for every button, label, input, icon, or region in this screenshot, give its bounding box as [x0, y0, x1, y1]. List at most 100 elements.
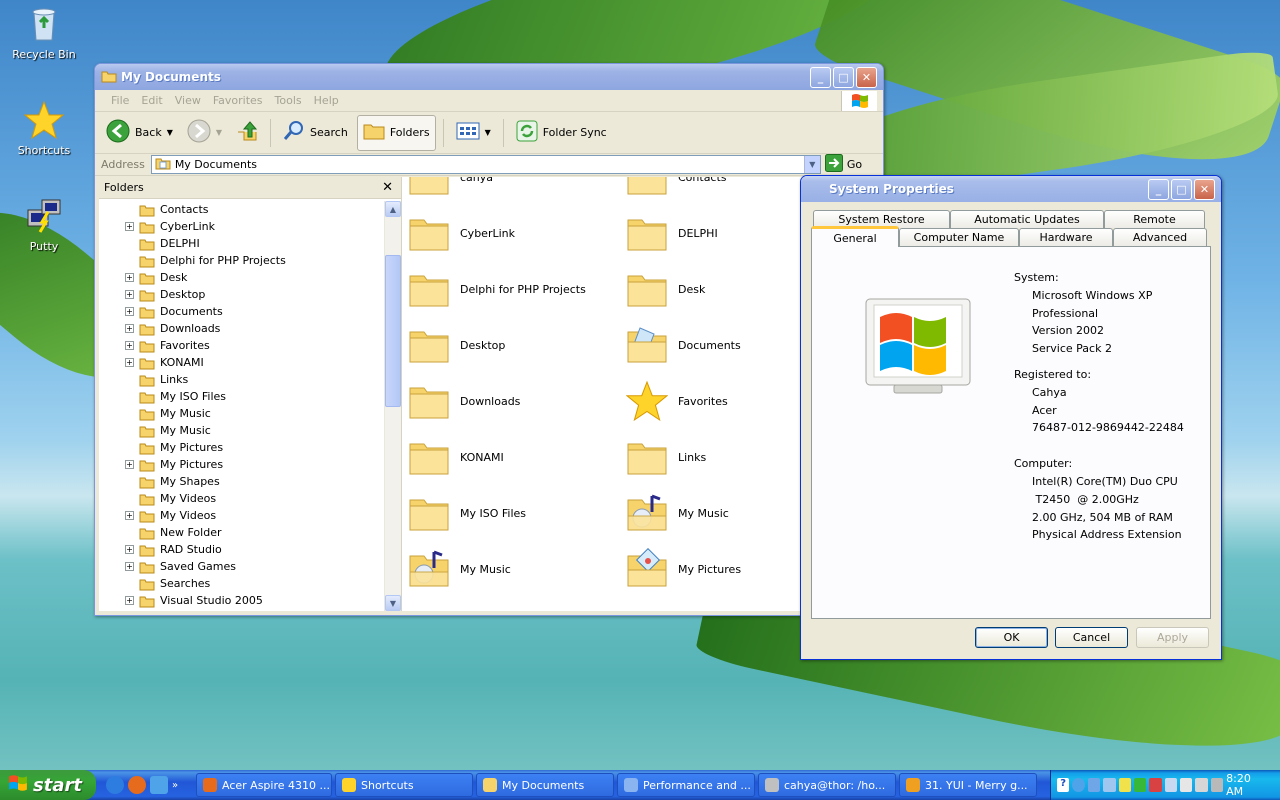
search-button[interactable]: Search [278, 115, 353, 151]
taskbar-button[interactable]: 31. YUI - Merry g... [899, 773, 1037, 797]
battery-icon[interactable] [1118, 778, 1131, 792]
desktop-icon-recycle-bin[interactable]: Recycle Bin [4, 4, 84, 61]
taskbar-button[interactable]: My Documents [476, 773, 614, 797]
folders-button[interactable]: Folders [356, 114, 436, 151]
close-button[interactable]: ✕ [856, 67, 877, 88]
close-button[interactable]: ✕ [1194, 179, 1215, 200]
taskbar-button[interactable]: Performance and ... [617, 773, 755, 797]
tree-item[interactable]: + Favorites [99, 337, 384, 354]
taskbar-button[interactable]: Acer Aspire 4310 ... [196, 773, 332, 797]
expand-toggle[interactable]: + [125, 222, 134, 231]
tree-item[interactable]: Delphi for PHP Projects [99, 252, 384, 269]
tab-hardware[interactable]: Hardware [1019, 228, 1113, 246]
minimize-button[interactable]: _ [1148, 179, 1169, 200]
expand-toggle[interactable]: + [125, 562, 134, 571]
folder-sync-button[interactable]: Folder Sync [511, 115, 612, 151]
tab-automatic-updates[interactable]: Automatic Updates [950, 210, 1104, 228]
language-icon[interactable] [1180, 778, 1193, 792]
views-button[interactable]: ▼ [451, 115, 496, 151]
file-item[interactable]: cahya [408, 177, 618, 201]
tree-item[interactable]: Links [99, 371, 384, 388]
file-item[interactable]: My ISO Files [408, 489, 618, 537]
show-desktop-icon[interactable] [150, 776, 168, 794]
desktop-icon-shortcuts[interactable]: Shortcuts [4, 100, 84, 157]
clock[interactable]: 8:20 AM [1226, 772, 1266, 798]
network-icon[interactable] [1087, 778, 1101, 792]
tree-item[interactable]: + My Pictures [99, 456, 384, 473]
chevron-right-icon[interactable]: » [172, 780, 178, 791]
menu-help[interactable]: Help [308, 94, 345, 107]
start-button[interactable]: start [0, 770, 96, 800]
scroll-down-button[interactable]: ▼ [385, 595, 401, 611]
chevron-down-icon[interactable]: ▼ [167, 128, 173, 137]
security-icon[interactable] [1149, 778, 1162, 792]
tree-item[interactable]: New Folder [99, 524, 384, 541]
help-icon[interactable]: ? [1057, 778, 1070, 792]
menu-edit[interactable]: Edit [135, 94, 168, 107]
taskbar-button[interactable]: cahya@thor: /ho... [758, 773, 896, 797]
close-icon[interactable]: ✕ [382, 180, 393, 195]
tree-item[interactable]: + CyberLink [99, 218, 384, 235]
tree-item[interactable]: + My Videos [99, 507, 384, 524]
file-item[interactable]: CyberLink [408, 209, 618, 257]
chevron-down-icon[interactable]: ▼ [485, 128, 491, 137]
expand-toggle[interactable]: + [125, 460, 134, 469]
cancel-button[interactable]: Cancel [1055, 627, 1128, 648]
tree-item[interactable]: + Documents [99, 303, 384, 320]
expand-toggle[interactable]: + [125, 273, 134, 282]
firefox-icon[interactable] [128, 776, 146, 794]
menu-view[interactable]: View [169, 94, 207, 107]
tree-item[interactable]: Searches [99, 575, 384, 592]
tree-item[interactable]: My Music [99, 422, 384, 439]
tree-item[interactable]: + Visual Studio 2005 [99, 592, 384, 609]
tab-computer-name[interactable]: Computer Name [899, 228, 1019, 246]
file-item[interactable]: My Music [408, 545, 618, 593]
expand-toggle[interactable]: + [125, 307, 134, 316]
file-item[interactable]: Downloads [408, 377, 618, 425]
expand-toggle[interactable]: + [125, 545, 134, 554]
tree-item[interactable]: My ISO Files [99, 388, 384, 405]
file-item[interactable]: Desktop [408, 321, 618, 369]
expand-toggle[interactable]: + [125, 358, 134, 367]
folder-tree-scrollbar[interactable]: ▲ ▼ [384, 201, 401, 611]
tree-item[interactable]: + RAD Studio [99, 541, 384, 558]
menu-favorites[interactable]: Favorites [207, 94, 269, 107]
maximize-button[interactable]: □ [833, 67, 854, 88]
window-titlebar[interactable]: My Documents _ □ ✕ [95, 64, 883, 90]
tab-general[interactable]: General [811, 226, 899, 247]
chevron-left-icon[interactable] [1072, 778, 1085, 792]
monitor-icon[interactable] [1164, 778, 1177, 792]
back-button[interactable]: Back ▼ [101, 115, 178, 151]
safely-remove-icon[interactable] [1210, 778, 1224, 792]
tree-item[interactable]: + Downloads [99, 320, 384, 337]
volume-icon[interactable] [1195, 778, 1208, 792]
tree-item[interactable]: + Desktop [99, 286, 384, 303]
minimize-button[interactable]: _ [810, 67, 831, 88]
tree-item[interactable]: My Videos [99, 490, 384, 507]
expand-toggle[interactable]: + [125, 324, 134, 333]
scroll-up-button[interactable]: ▲ [385, 201, 401, 217]
address-dropdown-button[interactable]: ▼ [803, 156, 820, 173]
expand-toggle[interactable]: + [125, 596, 134, 605]
dialog-titlebar[interactable]: System Properties _ □ ✕ [801, 176, 1221, 202]
tab-remote[interactable]: Remote [1104, 210, 1205, 228]
tab-advanced[interactable]: Advanced [1113, 228, 1207, 246]
file-item[interactable]: KONAMI [408, 433, 618, 481]
tree-item[interactable]: Contacts [99, 201, 384, 218]
menu-file[interactable]: File [105, 94, 135, 107]
address-input[interactable]: My Documents ▼ [150, 155, 821, 174]
tree-item[interactable]: My Music [99, 405, 384, 422]
go-button[interactable]: Go [824, 154, 862, 175]
tree-item[interactable]: DELPHI [99, 235, 384, 252]
tree-item[interactable]: + Desk [99, 269, 384, 286]
maximize-button[interactable]: □ [1171, 179, 1192, 200]
apply-button[interactable]: Apply [1136, 627, 1209, 648]
menu-tools[interactable]: Tools [269, 94, 308, 107]
scrollbar-thumb[interactable] [385, 255, 401, 407]
expand-toggle[interactable]: + [125, 511, 134, 520]
expand-toggle[interactable]: + [125, 341, 134, 350]
file-item[interactable]: Delphi for PHP Projects [408, 265, 618, 313]
up-folder-button[interactable] [231, 115, 263, 151]
desktop-icon-putty[interactable]: Putty [4, 196, 84, 253]
expand-toggle[interactable]: + [125, 290, 134, 299]
